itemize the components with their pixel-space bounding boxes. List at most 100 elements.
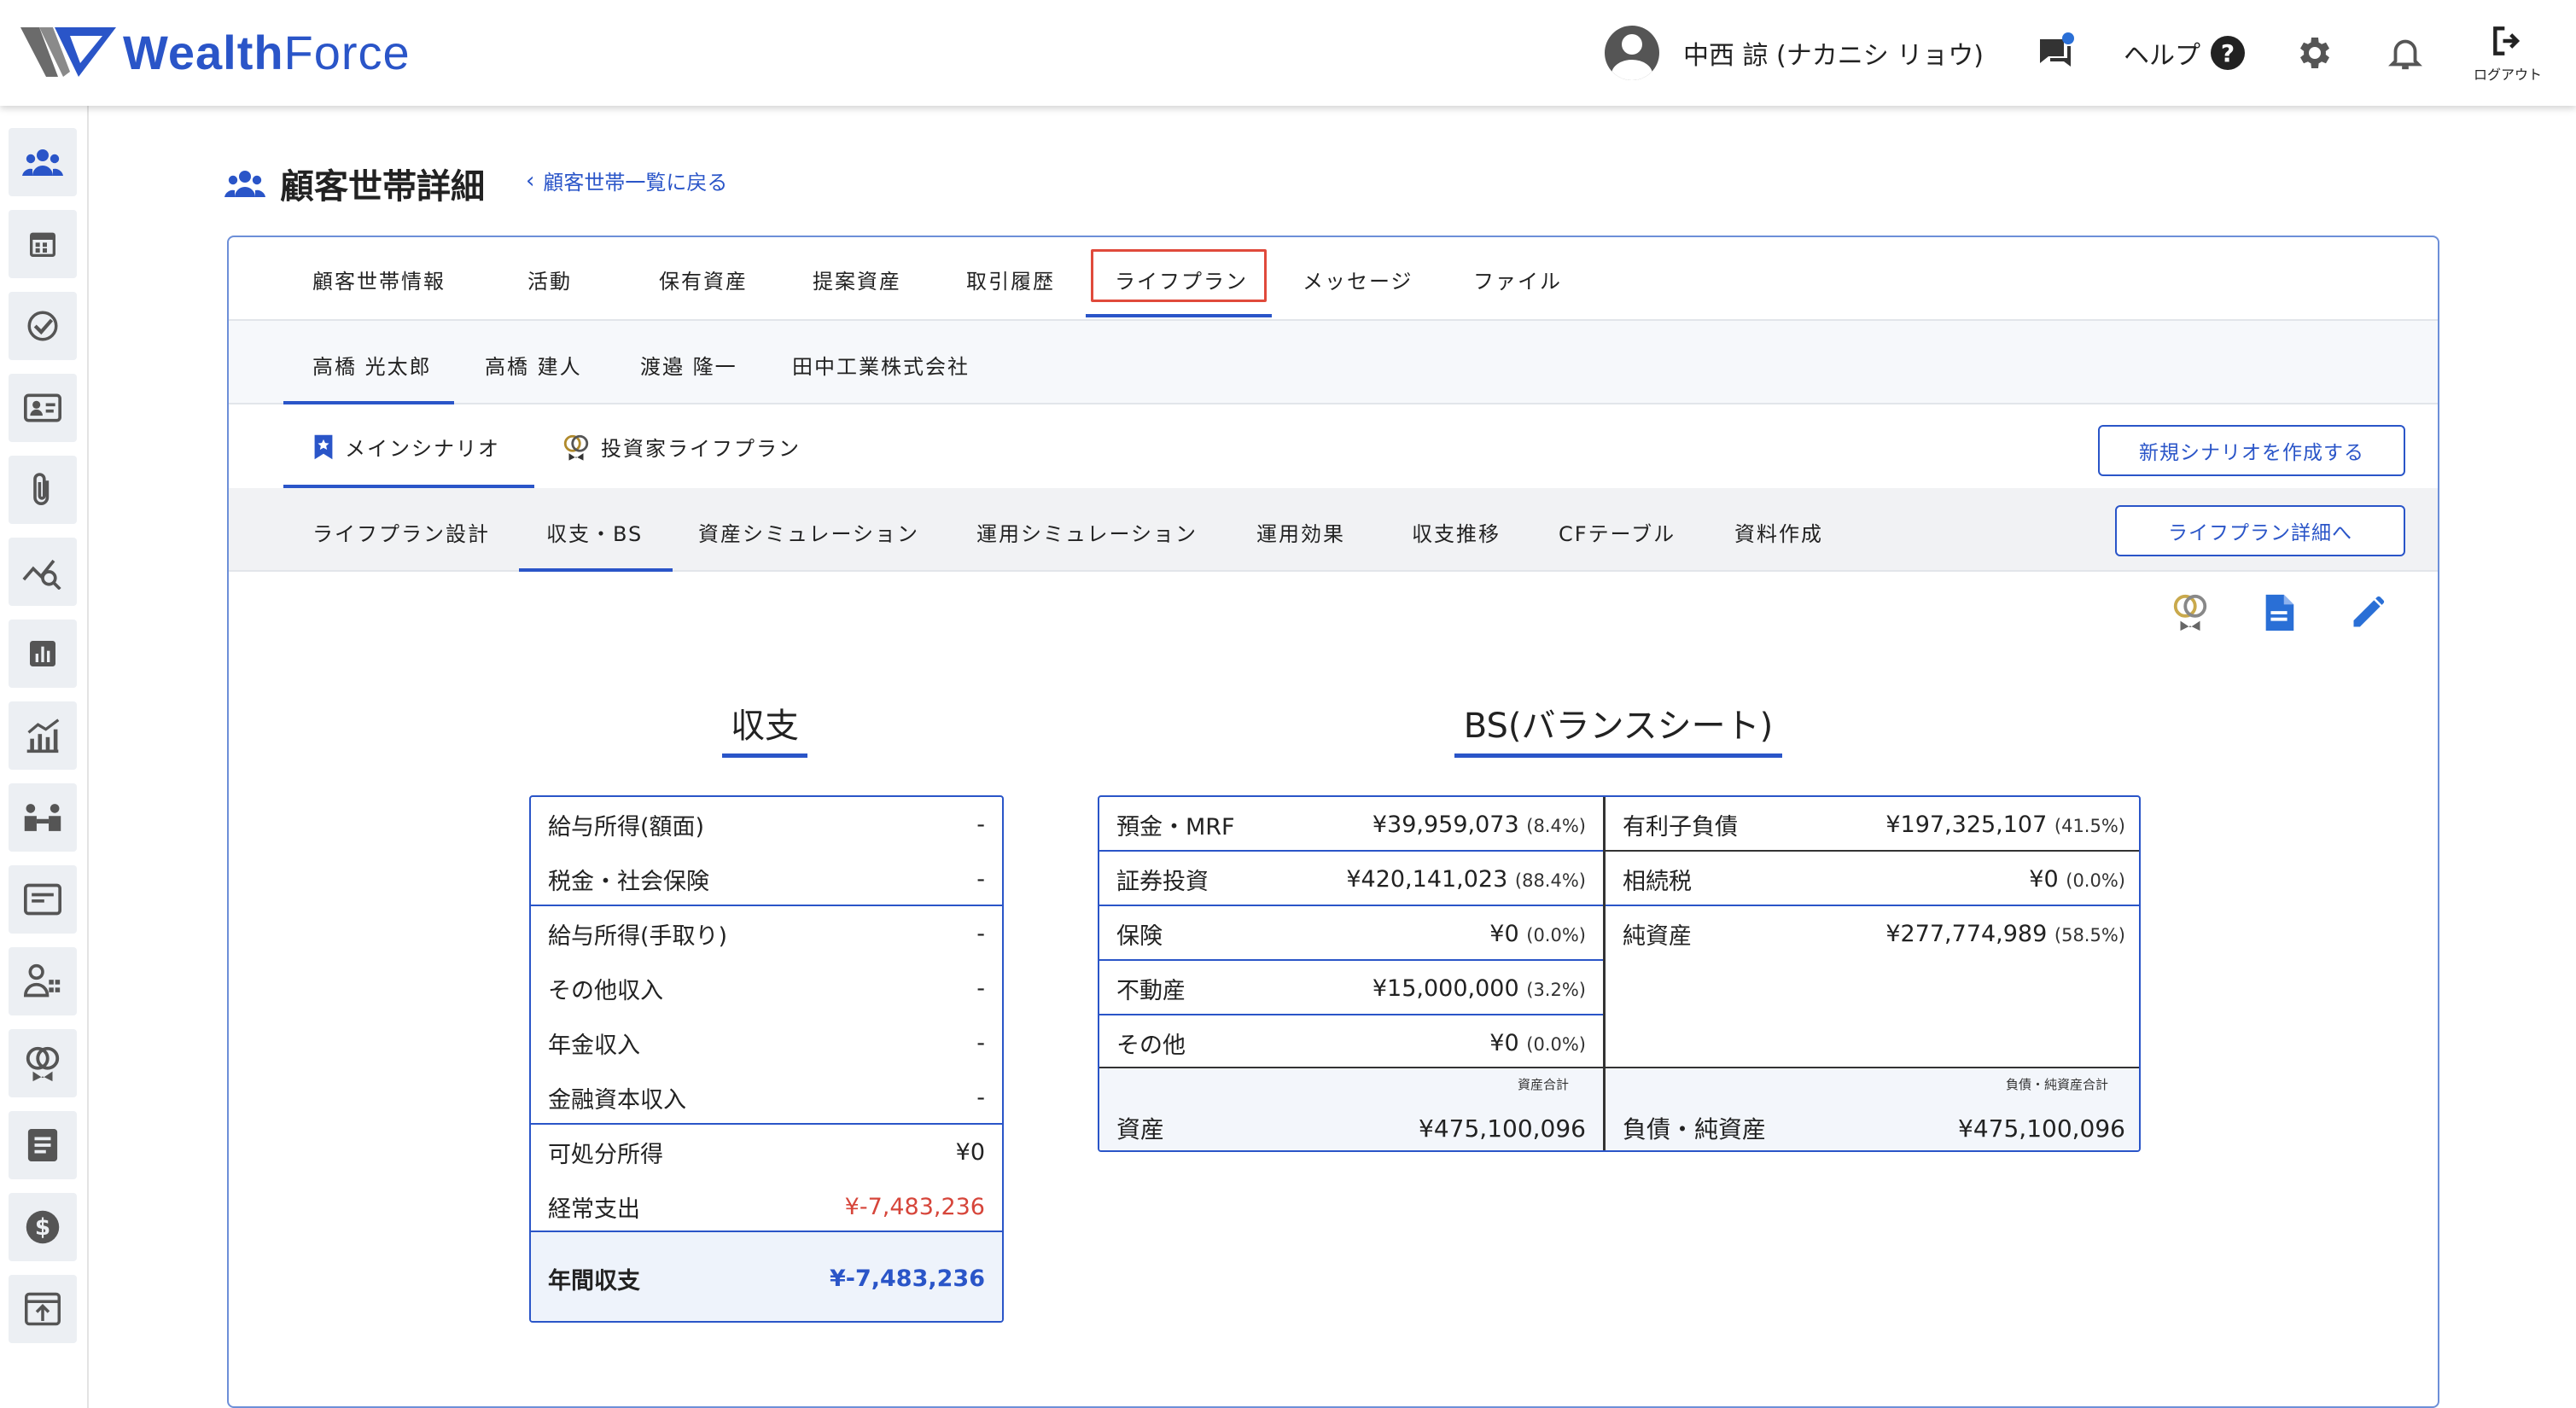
income-row: 経常支出 ¥-7,483,236 bbox=[531, 1179, 1002, 1234]
sidebar-growth[interactable] bbox=[9, 701, 77, 770]
asset-row: 証券投資 ¥420,141,023 (88.4%) bbox=[1099, 852, 1603, 906]
tab-investment-effect[interactable]: 運用効果 bbox=[1256, 517, 1345, 547]
row-label: 証券投資 bbox=[1116, 868, 1209, 895]
households-icon bbox=[22, 149, 63, 176]
annual-balance-value: ¥-7,483,236 bbox=[829, 1265, 985, 1292]
tab-income-trend[interactable]: 収支推移 bbox=[1412, 517, 1501, 547]
message-icon[interactable] bbox=[2031, 29, 2079, 77]
help-button[interactable]: ヘルプ ? bbox=[2124, 34, 2245, 72]
gear-icon[interactable] bbox=[2289, 29, 2337, 77]
user-avatar[interactable] bbox=[1604, 26, 1659, 80]
rings-icon bbox=[563, 434, 589, 461]
tab-holdings[interactable]: 保有資産 bbox=[659, 265, 748, 294]
income-row: 給与所得(額面) - bbox=[531, 797, 1002, 852]
row-pct: (88.4%) bbox=[1514, 870, 1586, 891]
row-value: - bbox=[976, 865, 985, 893]
sidebar-document[interactable] bbox=[9, 1111, 77, 1179]
upload-window-icon bbox=[25, 1292, 61, 1326]
row-label: 純資産 bbox=[1623, 922, 1692, 950]
sidebar-calendar[interactable] bbox=[9, 210, 77, 278]
chart-search-icon bbox=[22, 559, 61, 590]
user-name[interactable]: 中西 諒 (ナカニシ リョウ) bbox=[1683, 34, 1984, 72]
tab-materials[interactable]: 資料作成 bbox=[1734, 517, 1823, 547]
row-value: ¥197,325,107 bbox=[1885, 811, 2048, 838]
back-to-list-link[interactable]: ‹ 顧客世帯一覧に戻る bbox=[526, 166, 727, 195]
tab-main-scenario[interactable]: メインシナリオ bbox=[312, 432, 500, 462]
tab-messages[interactable]: メッセージ bbox=[1303, 265, 1413, 294]
sidebar-attachments[interactable] bbox=[9, 456, 77, 524]
row-value: ¥420,141,023 bbox=[1346, 865, 1508, 893]
sidebar-investor-lifeplan[interactable] bbox=[9, 1029, 77, 1097]
sidebar-tasks[interactable] bbox=[9, 292, 77, 360]
logo-mark-icon bbox=[20, 27, 116, 77]
balance-sheet-table: 預金・MRF ¥39,959,073 (8.4%) 証券投資 ¥420,141,02… bbox=[1098, 795, 2141, 1152]
sidebar-upload[interactable] bbox=[9, 1275, 77, 1343]
tab-income-bs[interactable]: 収支・BS bbox=[546, 517, 643, 547]
row-label: 相続税 bbox=[1623, 868, 1692, 895]
tab-files[interactable]: ファイル bbox=[1473, 265, 1562, 294]
row-pct: (0.0%) bbox=[1526, 1033, 1586, 1055]
tab-lifeplan-underline bbox=[1086, 314, 1272, 317]
tab-investor-lifeplan[interactable]: 投資家ライフプラン bbox=[562, 432, 801, 462]
tab-investment-simulation[interactable]: 運用シミュレーション bbox=[976, 517, 1198, 547]
row-value: ¥0 bbox=[1489, 1029, 1519, 1056]
check-circle-icon bbox=[27, 311, 58, 341]
liability-row: 純資産 ¥277,774,989 (58.5%) bbox=[1606, 906, 2139, 961]
row-value: - bbox=[976, 975, 985, 1002]
asset-total-label: 資産 bbox=[1116, 1115, 1165, 1143]
tab-lifeplan-design[interactable]: ライフプラン設計 bbox=[312, 517, 490, 547]
row-label: 預金・MRF bbox=[1116, 813, 1235, 841]
message-unread-dot bbox=[2061, 32, 2074, 44]
document-icon bbox=[2265, 594, 2294, 631]
row-pct: (0.0%) bbox=[2066, 870, 2125, 891]
sidebar-billing[interactable]: $ bbox=[9, 1193, 77, 1261]
member-tabs: 高橋 光太郎 高橋 建人 渡邉 隆一 田中工業株式会社 bbox=[229, 321, 2438, 404]
help-icon: ? bbox=[2210, 36, 2245, 70]
sidebar-users-admin[interactable] bbox=[9, 947, 77, 1015]
tab-lifeplan[interactable]: ライフプラン bbox=[1115, 265, 1248, 294]
tab-proposals[interactable]: 提案資産 bbox=[813, 265, 901, 294]
scenario-tabs: メインシナリオ 投資家ライフプラン 新規シナリオを作成する bbox=[229, 404, 2438, 488]
tab-activity[interactable]: 活動 bbox=[527, 265, 572, 294]
asset-row: 保険 ¥0 (0.0%) bbox=[1099, 906, 1603, 961]
tab-member-3[interactable]: 渡邉 隆一 bbox=[640, 350, 737, 380]
sidebar-households[interactable] bbox=[9, 128, 77, 196]
page-title-text: 顧客世帯詳細 bbox=[280, 167, 485, 207]
liability-row: 有利子負債 ¥197,325,107 (41.5%) bbox=[1606, 797, 2139, 852]
sidebar-reports[interactable] bbox=[9, 620, 77, 688]
logout-button[interactable]: ログアウト bbox=[2474, 22, 2542, 84]
document-button[interactable] bbox=[2255, 589, 2303, 637]
sidebar-analysis[interactable] bbox=[9, 538, 77, 606]
tab-member-2[interactable]: 高橋 建人 bbox=[485, 350, 582, 380]
wealthforce-logo[interactable]: WealthForce bbox=[20, 22, 411, 82]
row-label: 不動産 bbox=[1116, 977, 1186, 1004]
tab-transactions[interactable]: 取引履歴 bbox=[966, 265, 1055, 294]
sidebar-profile-card[interactable] bbox=[9, 374, 77, 442]
sidebar-window[interactable] bbox=[9, 865, 77, 934]
tab-asset-simulation[interactable]: 資産シミュレーション bbox=[698, 517, 919, 547]
tab-member-1[interactable]: 高橋 光太郎 bbox=[312, 350, 432, 380]
logout-icon bbox=[2493, 26, 2521, 55]
row-value-negative: ¥-7,483,236 bbox=[844, 1193, 985, 1220]
row-label: 給与所得(額面) bbox=[548, 813, 705, 841]
bell-icon[interactable] bbox=[2381, 29, 2429, 77]
tab-cf-table[interactable]: CFテーブル bbox=[1559, 517, 1676, 547]
toolbar-icons bbox=[2166, 589, 2392, 640]
row-value: ¥15,000,000 bbox=[1372, 975, 1519, 1002]
edit-button[interactable] bbox=[2344, 589, 2392, 637]
asset-row: その他 ¥0 (0.0%) bbox=[1099, 1015, 1603, 1070]
logout-label: ログアウト bbox=[2473, 67, 2542, 83]
investor-rings-button[interactable] bbox=[2166, 589, 2214, 637]
lifeplan-detail-button[interactable]: ライフプラン詳細へ bbox=[2115, 505, 2405, 556]
tab-household-info[interactable]: 顧客世帯情報 bbox=[312, 265, 446, 294]
income-table: 給与所得(額面) - 税金・社会保険 - 給与所得(手取り) - その他収入 - 年金収… bbox=[529, 795, 1004, 1323]
sidebar-meeting[interactable] bbox=[9, 783, 77, 852]
page-title: 顧客世帯詳細 bbox=[224, 159, 485, 208]
top-header: WealthForce 中西 諒 (ナカニシ リョウ) ヘルプ ? ログアウト bbox=[0, 0, 2576, 106]
row-value: ¥277,774,989 bbox=[1885, 920, 2048, 947]
asset-row: 不動産 ¥15,000,000 (3.2%) bbox=[1099, 961, 1603, 1015]
new-scenario-button[interactable]: 新規シナリオを作成する bbox=[2098, 425, 2405, 476]
row-label: 金融資本収入 bbox=[548, 1086, 686, 1114]
tab-member-4[interactable]: 田中工業株式会社 bbox=[792, 350, 970, 380]
row-pct: (8.4%) bbox=[1526, 815, 1586, 836]
